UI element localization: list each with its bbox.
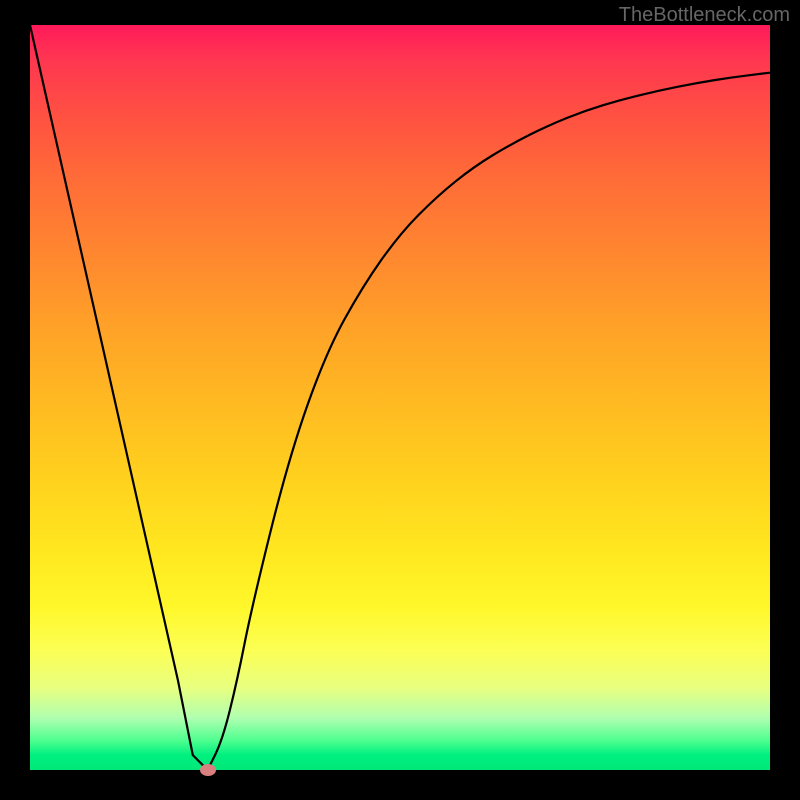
watermark-text: TheBottleneck.com <box>619 4 790 27</box>
curve-svg <box>30 25 770 770</box>
chart-plot-area <box>30 25 770 770</box>
bottleneck-curve-line <box>30 25 770 770</box>
optimal-point-marker <box>200 764 216 776</box>
